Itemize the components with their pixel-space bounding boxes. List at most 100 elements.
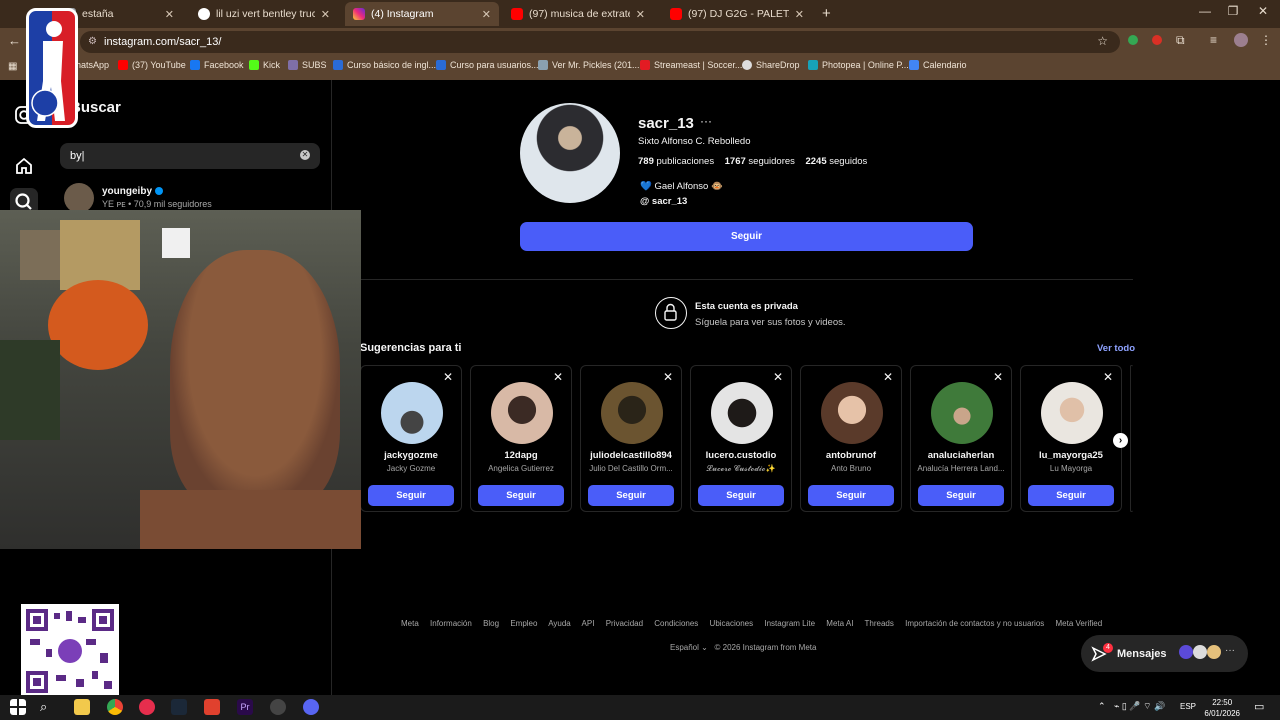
close-icon[interactable]: ✕ (482, 8, 491, 21)
avatar[interactable] (711, 382, 773, 444)
footer-link[interactable]: Condiciones (654, 619, 698, 628)
language-select[interactable]: Español (670, 643, 699, 652)
menu-kebab-icon[interactable]: ⋮ (1260, 33, 1272, 47)
next-arrow-icon[interactable]: › (1113, 433, 1128, 448)
suggestion-username[interactable]: 12dapg (471, 450, 571, 461)
followers-count[interactable]: 1767 (725, 156, 746, 167)
messages-button[interactable]: 4 Mensajes ··· (1081, 635, 1248, 672)
footer-link[interactable]: Meta Verified (1056, 619, 1103, 628)
suggestion-username[interactable]: analuciaherlan (911, 450, 1011, 461)
footer-link[interactable]: Información (430, 619, 472, 628)
footer-link[interactable]: Empleo (510, 619, 537, 628)
close-icon[interactable]: ✕ (321, 8, 330, 21)
search-icon[interactable]: ⌕ (40, 699, 56, 715)
followers-label[interactable]: seguidores (748, 156, 794, 167)
system-clock[interactable]: 22:50 6/01/2026 (1204, 697, 1240, 719)
bookmark-item[interactable]: Photopea | Online P... (808, 60, 909, 70)
avatar[interactable] (381, 382, 443, 444)
footer-link[interactable]: Meta (401, 619, 419, 628)
tab-5[interactable]: (97) DJ G2G - PALETA X FAINT ✕ (662, 2, 812, 26)
following-label[interactable]: seguidos (829, 156, 867, 167)
bookmark-item[interactable]: Streameast | Soccer... (640, 60, 742, 70)
footer-link[interactable]: Instagram Lite (764, 619, 815, 628)
apps-grid-icon[interactable]: ▦ (8, 61, 17, 72)
bookmark-item[interactable]: Curso básico de ingl... (333, 60, 436, 70)
close-icon[interactable]: ✕ (165, 8, 174, 21)
follow-button[interactable]: Seguir (1028, 485, 1114, 506)
follow-button[interactable]: Seguir (478, 485, 564, 506)
see-all-link[interactable]: Ver todo (1097, 343, 1135, 354)
dismiss-icon[interactable]: ✕ (773, 370, 783, 384)
close-icon[interactable]: ✕ (795, 8, 804, 21)
close-window-icon[interactable]: ✕ (1246, 4, 1280, 18)
follow-button[interactable]: Seguir (698, 485, 784, 506)
follow-button[interactable]: Seguir (520, 222, 973, 251)
tray-icons[interactable]: ⌁ ▯ 🎤 ⌔ 🔊 (1114, 701, 1165, 712)
back-icon[interactable]: ← (8, 33, 21, 48)
media-control-icon[interactable]: ≡ (1210, 33, 1217, 47)
bookmark-star-icon[interactable]: ☆ (1097, 34, 1108, 48)
new-tab-button[interactable]: + (822, 5, 831, 22)
url-field[interactable]: ⚙ instagram.com/sacr_13/ ☆ (80, 31, 1120, 53)
suggestion-username[interactable]: juliodelcastillo894 (581, 450, 681, 461)
dismiss-icon[interactable]: ✕ (553, 370, 563, 384)
suggestion-username[interactable]: jackygozme (361, 450, 461, 461)
dismiss-icon[interactable]: ✕ (663, 370, 673, 384)
dismiss-icon[interactable]: ✕ (443, 370, 453, 384)
tab-4[interactable]: (97) musica de extraterrestres o ✕ (503, 2, 653, 26)
suggestion-username[interactable]: lu_mayorga25 (1021, 450, 1121, 461)
bookmark-item[interactable]: Facebook (190, 60, 244, 70)
footer-link[interactable]: Ubicaciones (710, 619, 754, 628)
tab-2[interactable]: lil uzi vert bentley truck - Busca ✕ (190, 2, 338, 26)
home-icon[interactable] (14, 156, 34, 176)
windows-start-icon[interactable] (10, 699, 26, 715)
bookmark-item[interactable]: Curso para usuarios... (436, 60, 539, 70)
chrome-icon[interactable] (107, 699, 123, 715)
site-info-icon[interactable]: ⚙ (88, 36, 97, 47)
discord-icon[interactable] (303, 699, 319, 715)
following-count[interactable]: 2245 (805, 156, 826, 167)
bookmark-item[interactable]: hatsApp (76, 60, 109, 70)
extensions-puzzle-icon[interactable]: ⧉ (1176, 33, 1185, 48)
dismiss-icon[interactable]: ✕ (1103, 370, 1113, 384)
bookmark-item[interactable]: (37) YouTube (118, 60, 186, 70)
bookmark-item[interactable]: Calendario (909, 60, 967, 70)
bookmark-item[interactable]: Kick (249, 60, 280, 70)
media-player-icon[interactable] (139, 699, 155, 715)
suggestion-username[interactable]: antobrunof (801, 450, 901, 461)
bookmark-item[interactable]: SUBS (288, 60, 327, 70)
avatar[interactable] (491, 382, 553, 444)
suggestion-username[interactable]: lucero.custodio (691, 450, 791, 461)
profile-avatar[interactable] (520, 103, 620, 203)
notifications-icon[interactable]: ▭ (1254, 700, 1264, 713)
clear-search-icon[interactable]: ✕ (300, 150, 310, 160)
footer-link[interactable]: Threads (865, 619, 894, 628)
close-icon[interactable]: ✕ (636, 8, 645, 21)
follow-button[interactable]: Seguir (368, 485, 454, 506)
chevron-down-icon[interactable]: ⌄ (701, 643, 708, 652)
footer-link[interactable]: Blog (483, 619, 499, 628)
extension-icon[interactable] (1152, 35, 1162, 45)
more-options-icon[interactable]: ··· (700, 114, 712, 128)
bookmark-item[interactable]: ShareDrop (742, 60, 800, 70)
file-explorer-icon[interactable] (74, 699, 90, 715)
footer-link[interactable]: Ayuda (548, 619, 571, 628)
avatar[interactable] (1041, 382, 1103, 444)
dismiss-icon[interactable]: ✕ (883, 370, 893, 384)
extension-icon[interactable] (1128, 35, 1138, 45)
follow-button[interactable]: Seguir (588, 485, 674, 506)
footer-link[interactable]: Privacidad (606, 619, 643, 628)
tab-instagram[interactable]: (4) Instagram ✕ (345, 2, 499, 26)
follow-button[interactable]: Seguir (918, 485, 1004, 506)
dismiss-icon[interactable]: ✕ (993, 370, 1003, 384)
app-icon[interactable] (204, 699, 220, 715)
follow-button[interactable]: Seguir (808, 485, 894, 506)
profile-avatar[interactable] (1234, 33, 1248, 47)
premiere-icon[interactable]: Pr (237, 699, 253, 715)
chevron-up-icon[interactable]: ⌃ (1098, 701, 1106, 712)
avatar[interactable] (931, 382, 993, 444)
bookmark-item[interactable]: Ver Mr. Pickles (201... (538, 60, 640, 70)
footer-link[interactable]: Meta AI (826, 619, 853, 628)
obs-icon[interactable] (270, 699, 286, 715)
restore-icon[interactable]: ❐ (1216, 4, 1250, 18)
